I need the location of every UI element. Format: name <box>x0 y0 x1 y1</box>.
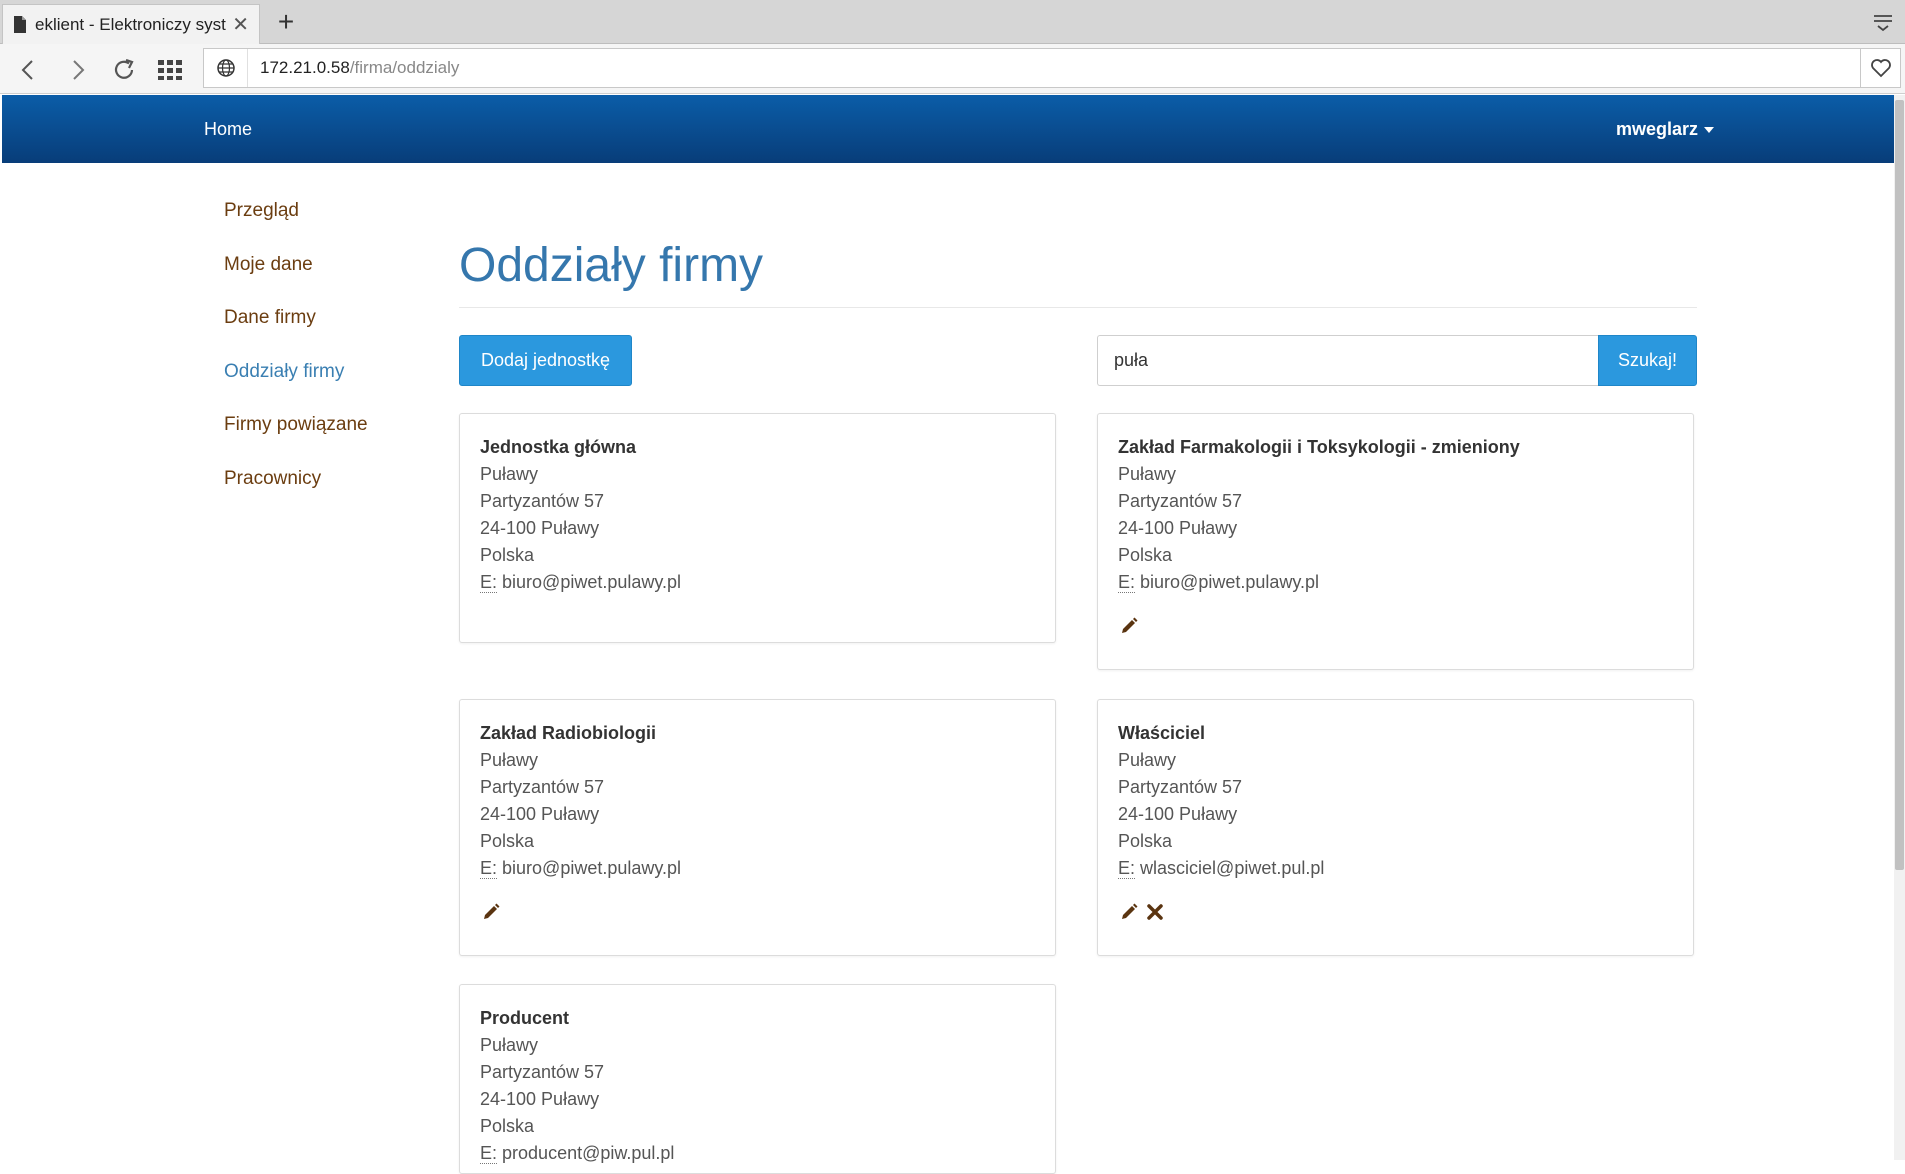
sidebar-item-przeglad[interactable]: Przegląd <box>224 200 368 254</box>
unit-card: Zakład Radiobiologii Puławy Partyzantów … <box>459 699 1056 956</box>
unit-email-row: E: wlasciciel@piwet.pul.pl <box>1118 855 1673 882</box>
sidebar-item-dane-firmy[interactable]: Dane firmy <box>224 307 368 361</box>
globe-icon <box>204 49 248 87</box>
email-label: E: <box>480 1143 498 1164</box>
search-input[interactable] <box>1097 335 1598 386</box>
tab-title: eklient - Elektroniczy syste <box>35 14 227 34</box>
unit-country: Polska <box>1118 831 1173 851</box>
sidebar-item-firmy-powiazane[interactable]: Firmy powiązane <box>224 414 368 468</box>
unit-city: Puławy <box>480 750 539 770</box>
unit-postal: 24-100 Puławy <box>480 1089 600 1109</box>
reload-button[interactable] <box>106 54 142 86</box>
email-label: E: <box>480 858 498 879</box>
heart-icon <box>1870 59 1891 78</box>
card-actions <box>1118 901 1673 925</box>
page-title: Oddziały firmy <box>459 239 764 292</box>
unit-email-row: E: biuro@piwet.pulawy.pl <box>480 855 1035 882</box>
unit-email-row: E: biuro@piwet.pulawy.pl <box>480 569 1035 596</box>
home-link[interactable]: Home <box>204 95 252 163</box>
address-bar[interactable]: 172.21.0.58/firma/oddzialy <box>203 48 1861 88</box>
chevron-left-icon <box>21 60 33 80</box>
site-header: Home mweglarz <box>2 95 1898 163</box>
close-icon[interactable] <box>1144 901 1166 923</box>
url-text: 172.21.0.58/firma/oddzialy <box>248 58 459 78</box>
grid-icon <box>158 60 182 80</box>
reload-icon <box>114 58 134 79</box>
unit-street: Partyzantów 57 <box>1118 491 1243 511</box>
unit-email: wlasciciel@piwet.pul.pl <box>1140 858 1325 878</box>
unit-country: Polska <box>480 545 535 565</box>
unit-name: Producent <box>480 1008 570 1028</box>
tab-menu-icon[interactable] <box>1871 10 1895 34</box>
unit-email: producent@piw.pul.pl <box>502 1143 675 1163</box>
unit-country: Polska <box>1118 545 1173 565</box>
new-tab-button[interactable]: + <box>270 6 302 38</box>
browser-tab[interactable]: eklient - Elektroniczy syste ✕ <box>2 4 260 44</box>
pencil-icon[interactable] <box>480 901 502 923</box>
card-actions <box>1118 615 1673 639</box>
document-icon <box>14 16 26 33</box>
pencil-icon[interactable] <box>1118 901 1140 923</box>
add-unit-button[interactable]: Dodaj jednostkę <box>459 335 632 386</box>
email-label: E: <box>480 572 498 593</box>
url-path: /firma/oddzialy <box>349 58 460 77</box>
unit-street: Partyzantów 57 <box>480 1062 605 1082</box>
unit-city: Puławy <box>480 464 539 484</box>
unit-street: Partyzantów 57 <box>480 777 605 797</box>
sidebar-item-moje-dane[interactable]: Moje dane <box>224 254 368 308</box>
unit-card: Producent Puławy Partyzantów 57 24-100 P… <box>459 984 1056 1174</box>
back-button[interactable] <box>10 54 46 86</box>
unit-name: Właściciel <box>1118 723 1206 743</box>
unit-country: Polska <box>480 1116 535 1136</box>
chevron-right-icon <box>73 60 85 80</box>
user-menu[interactable]: mweglarz <box>1616 95 1715 163</box>
unit-city: Puławy <box>1118 750 1177 770</box>
sidebar-nav: Przegląd Moje dane Dane firmy Oddziały f… <box>224 200 368 521</box>
unit-email: biuro@piwet.pulawy.pl <box>502 858 682 878</box>
email-label: E: <box>1118 858 1136 879</box>
card-actions <box>480 901 1035 925</box>
unit-email: biuro@piwet.pulawy.pl <box>502 572 682 592</box>
unit-email-row: E: producent@piw.pul.pl <box>480 1140 1035 1167</box>
unit-name: Zakład Radiobiologii <box>480 723 657 743</box>
unit-email: biuro@piwet.pulawy.pl <box>1140 572 1320 592</box>
search-button[interactable]: Szukaj! <box>1598 335 1697 386</box>
unit-street: Partyzantów 57 <box>480 491 605 511</box>
unit-city: Puławy <box>480 1035 539 1055</box>
unit-city: Puławy <box>1118 464 1177 484</box>
user-name: mweglarz <box>1616 119 1699 139</box>
sidebar-item-oddzialy-firmy[interactable]: Oddziały firmy <box>224 361 368 415</box>
unit-street: Partyzantów 57 <box>1118 777 1243 797</box>
scrollbar-thumb[interactable] <box>1895 100 1904 870</box>
close-tab-icon[interactable]: ✕ <box>232 12 249 37</box>
sidebar-item-pracownicy[interactable]: Pracownicy <box>224 468 368 522</box>
url-host: 172.21.0.58 <box>260 58 350 77</box>
unit-card: Zakład Farmakologii i Toksykologii - zmi… <box>1097 413 1694 670</box>
unit-card: Jednostka główna Puławy Partyzantów 57 2… <box>459 413 1056 643</box>
forward-button[interactable] <box>60 54 96 86</box>
browser-tab-bar: eklient - Elektroniczy syste ✕ + <box>0 0 1905 44</box>
unit-postal: 24-100 Puławy <box>480 804 600 824</box>
speed-dial-button[interactable] <box>152 54 188 86</box>
title-divider <box>459 307 1697 308</box>
caret-down-icon <box>1704 127 1715 134</box>
unit-postal: 24-100 Puławy <box>480 518 600 538</box>
email-label: E: <box>1118 572 1136 593</box>
unit-postal: 24-100 Puławy <box>1118 804 1238 824</box>
unit-postal: 24-100 Puławy <box>1118 518 1238 538</box>
bookmark-button[interactable] <box>1861 48 1901 88</box>
pencil-icon[interactable] <box>1118 615 1140 637</box>
unit-name: Jednostka główna <box>480 437 637 457</box>
unit-name: Zakład Farmakologii i Toksykologii - zmi… <box>1118 437 1520 457</box>
unit-country: Polska <box>480 831 535 851</box>
browser-nav-bar: 172.21.0.58/firma/oddzialy <box>0 44 1905 94</box>
unit-email-row: E: biuro@piwet.pulawy.pl <box>1118 569 1673 596</box>
unit-card: Właściciel Puławy Partyzantów 57 24-100 … <box>1097 699 1694 956</box>
